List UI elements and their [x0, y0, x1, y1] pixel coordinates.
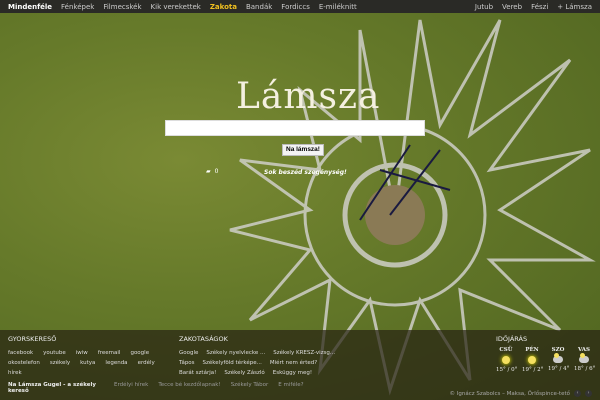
nav-vereb[interactable]: Vereb	[502, 3, 522, 11]
quick-link[interactable]: youtube	[43, 350, 66, 356]
quick-search-section: GYORSKERESŐ facebook youtube iwiw freema…	[8, 335, 168, 376]
slogan: Sok beszéd szegénység!	[264, 169, 347, 176]
footer-link[interactable]: Székely Tábor	[231, 382, 269, 394]
nav-fordiccs[interactable]: Fordiccs	[281, 3, 310, 11]
prev-photo-icon[interactable]: ‹	[574, 390, 581, 397]
nav-kik-verekettek[interactable]: Kik verekettek	[151, 3, 201, 11]
day-temp: 18° / 6°	[574, 366, 596, 372]
day-temp: 19° / 2°	[522, 367, 544, 373]
footer-link[interactable]: E miféle?	[278, 382, 303, 394]
logo: Lámsza	[236, 76, 381, 117]
weather-day: CSÜ 15° / 0°	[496, 347, 518, 373]
day-name: PÉN	[525, 347, 539, 353]
nav-fenykepek[interactable]: Fénképek	[61, 3, 94, 11]
day-temp: 19° / 4°	[548, 366, 570, 372]
nav-bandak[interactable]: Bandák	[246, 3, 272, 11]
zakota-link[interactable]: Miért nem érted?	[270, 360, 317, 366]
quick-link[interactable]: hírek	[8, 370, 22, 376]
quick-link[interactable]: okostelefon	[8, 360, 40, 366]
day-name: SZO	[551, 347, 565, 353]
nav-filmecskek[interactable]: Filmecskék	[103, 3, 141, 11]
quick-link[interactable]: facebook	[8, 350, 33, 356]
zakota-link[interactable]: Barát sztárja!	[179, 370, 216, 376]
quick-link[interactable]: iwiw	[76, 350, 88, 356]
quick-link[interactable]: székely	[50, 360, 70, 366]
zakota-link[interactable]: Google	[179, 350, 198, 356]
search-button[interactable]: Na lámsza!	[282, 144, 324, 156]
day-name: VAS	[577, 347, 591, 353]
sun-icon	[502, 356, 510, 364]
zakota-link[interactable]: Székely KRESZ-vizsg...	[273, 350, 335, 356]
weather-day: VAS 18° / 6°	[574, 347, 596, 373]
section-title: GYORSKERESŐ	[8, 335, 57, 343]
chat-icon: ▰	[206, 168, 211, 175]
footer-link[interactable]: Erdélyi hírek	[114, 382, 148, 394]
day-name: CSÜ	[499, 347, 513, 353]
nav-zakota[interactable]: Zakota	[210, 3, 237, 11]
nav-e-mileknitt[interactable]: E-miléknitt	[319, 3, 357, 11]
counter-value: 0	[214, 168, 219, 175]
next-photo-icon[interactable]: ›	[585, 390, 592, 397]
nav-plus-lamsza[interactable]: + Lámsza	[557, 3, 592, 11]
section-title: IDŐJÁRÁS	[496, 335, 528, 343]
weather-day: SZO 19° / 4°	[548, 347, 570, 373]
photo-credit: © Ignácz Szabolcs – Maksa, Őrlőspince-te…	[449, 390, 592, 397]
zakota-link[interactable]: Esküggy meg!	[273, 370, 312, 376]
footer-bottom-links: Na Lámsza Gugel - a székely kereső Erdél…	[8, 382, 304, 394]
zakota-link[interactable]: Tápos	[179, 360, 195, 366]
quick-link[interactable]: freemail	[98, 350, 121, 356]
top-navigation: Mindenféle Fénképek Filmecskék Kik verek…	[0, 0, 600, 13]
quick-link[interactable]: kutya	[80, 360, 95, 366]
nav-jutub[interactable]: Jutub	[475, 3, 493, 11]
quick-link[interactable]: google	[130, 350, 149, 356]
quick-link[interactable]: erdély	[138, 360, 155, 366]
zakota-link[interactable]: Székelyföld térképe...	[203, 360, 262, 366]
zakota-link[interactable]: Székely nyelvlecke ...	[206, 350, 265, 356]
footer: GYORSKERESŐ facebook youtube iwiw freema…	[0, 330, 600, 400]
zakota-link[interactable]: Székely Zászló	[224, 370, 264, 376]
weather-section: IDŐJÁRÁS CSÜ 15° / 0° PÉN 19° / 2° SZO 19° …	[496, 335, 596, 373]
nav-mindenfele[interactable]: Mindenféle	[8, 3, 52, 11]
quick-link[interactable]: legenda	[105, 360, 127, 366]
partly-cloudy-icon	[553, 353, 563, 363]
visitor-counter: ▰ 0	[206, 168, 218, 175]
tagline: Na Lámsza Gugel - a székely kereső	[8, 382, 96, 394]
section-title: ZAKOTASÁGOK	[179, 335, 228, 343]
search-input[interactable]	[165, 120, 425, 136]
credit-text: © Ignácz Szabolcs – Maksa, Őrlőspince-te…	[449, 390, 571, 397]
day-temp: 15° / 0°	[496, 367, 518, 373]
partly-cloudy-icon	[579, 353, 589, 363]
weather-day: PÉN 19° / 2°	[522, 347, 544, 373]
zakota-section: ZAKOTASÁGOK Google Székely nyelvlecke ..…	[179, 335, 339, 376]
nav-feszi[interactable]: Fészi	[531, 3, 548, 11]
sun-icon	[528, 356, 536, 364]
footer-link[interactable]: Tecce bé kezdőlapnak!	[158, 382, 220, 394]
